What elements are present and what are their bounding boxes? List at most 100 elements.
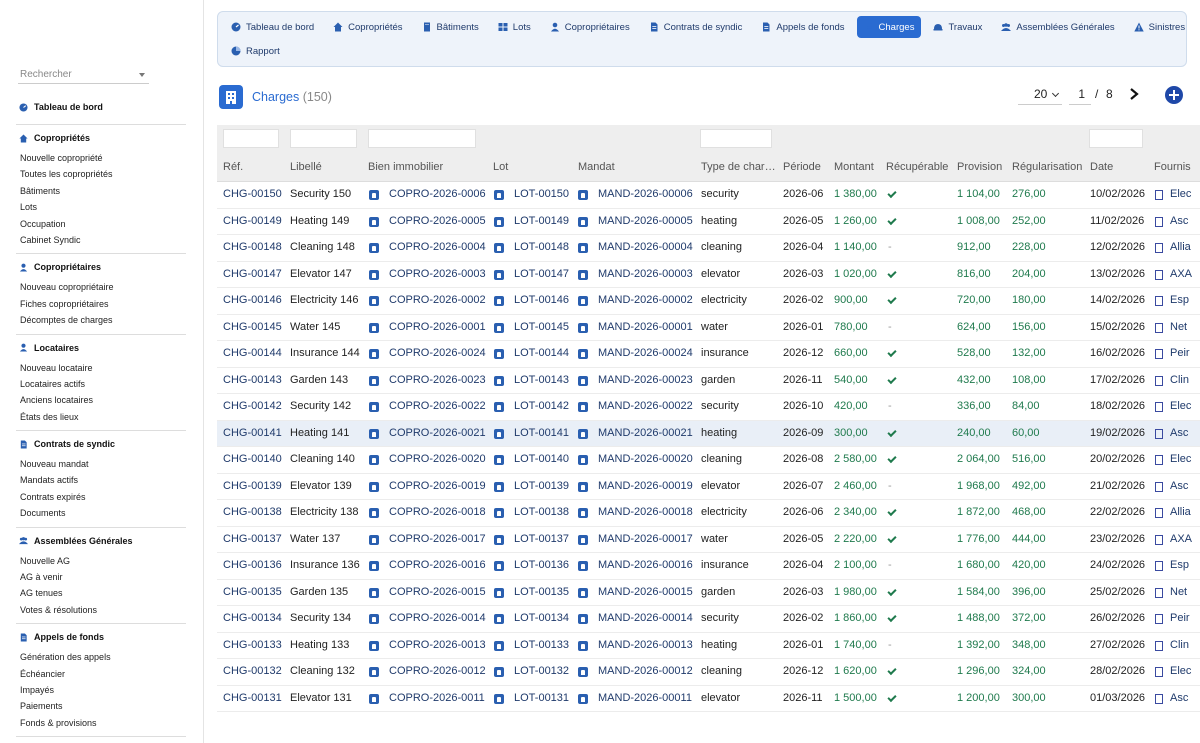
table-row[interactable]: CHG-00146 Electricity 146 COPRO-2026-0002 L… bbox=[217, 288, 1200, 315]
ref-link[interactable]: CHG-00146 bbox=[223, 294, 282, 306]
table-row[interactable]: CHG-00150 Security 150 COPRO-2026-0006 LOT-… bbox=[217, 182, 1200, 209]
column-header[interactable]: Type de char… bbox=[701, 161, 776, 173]
nav-tab[interactable]: Copropriétaires bbox=[543, 16, 637, 38]
ref-link[interactable]: CHG-00142 bbox=[223, 400, 282, 412]
ref-link[interactable]: CHG-00132 bbox=[223, 665, 282, 677]
lot-link[interactable]: LOT-00145 bbox=[514, 321, 569, 333]
column-header[interactable]: Date bbox=[1090, 161, 1113, 173]
next-page-icon[interactable] bbox=[1128, 87, 1140, 101]
property-link[interactable]: COPRO-2026-0013 bbox=[389, 639, 486, 651]
property-link[interactable]: COPRO-2026-0015 bbox=[389, 586, 486, 598]
sidebar-section-header[interactable]: Locataires bbox=[16, 339, 186, 357]
property-link[interactable]: COPRO-2026-0004 bbox=[389, 241, 486, 253]
nav-tab[interactable]: Bâtiments bbox=[415, 16, 486, 38]
lot-link[interactable]: LOT-00148 bbox=[514, 241, 569, 253]
ref-link[interactable]: CHG-00141 bbox=[223, 427, 282, 439]
filter-type-input[interactable] bbox=[700, 129, 772, 148]
table-row[interactable]: CHG-00148 Cleaning 148 COPRO-2026-0004 LOT-… bbox=[217, 235, 1200, 262]
nav-tab[interactable]: Lots bbox=[491, 16, 538, 38]
lot-link[interactable]: LOT-00139 bbox=[514, 480, 569, 492]
property-link[interactable]: COPRO-2026-0017 bbox=[389, 533, 486, 545]
column-header[interactable]: Montant bbox=[834, 161, 874, 173]
sidebar-item[interactable]: Locataires actifs bbox=[16, 376, 186, 392]
ref-link[interactable]: CHG-00150 bbox=[223, 188, 282, 200]
sidebar-item[interactable]: Fiches copropriétaires bbox=[16, 296, 186, 312]
property-link[interactable]: COPRO-2026-0003 bbox=[389, 268, 486, 280]
supplier-link[interactable]: AXA bbox=[1170, 533, 1192, 545]
lot-link[interactable]: LOT-00140 bbox=[514, 453, 569, 465]
ref-link[interactable]: CHG-00148 bbox=[223, 241, 282, 253]
sidebar-item[interactable]: Toutes les copropriétés bbox=[16, 166, 186, 182]
lot-link[interactable]: LOT-00149 bbox=[514, 215, 569, 227]
mandate-link[interactable]: MAND-2026-00022 bbox=[598, 400, 693, 412]
sidebar-item-dashboard[interactable]: Tableau de bord bbox=[16, 98, 186, 116]
supplier-link[interactable]: Esp bbox=[1170, 294, 1189, 306]
sidebar-item[interactable]: Génération des appels bbox=[16, 649, 186, 665]
current-page-input[interactable]: 1 bbox=[1069, 85, 1091, 105]
table-row[interactable]: CHG-00135 Garden 135 COPRO-2026-0015 LOT-00… bbox=[217, 580, 1200, 606]
sidebar-item[interactable]: AG à venir bbox=[16, 569, 186, 585]
mandate-link[interactable]: MAND-2026-00014 bbox=[598, 612, 693, 624]
filter-date-input[interactable] bbox=[1089, 129, 1143, 148]
lot-link[interactable]: LOT-00150 bbox=[514, 188, 569, 200]
sidebar-section-header[interactable]: Assemblées Générales bbox=[16, 532, 186, 550]
supplier-link[interactable]: Net bbox=[1170, 586, 1187, 598]
property-link[interactable]: COPRO-2026-0022 bbox=[389, 400, 486, 412]
ref-link[interactable]: CHG-00144 bbox=[223, 347, 282, 359]
supplier-link[interactable]: Esp bbox=[1170, 559, 1189, 571]
lot-link[interactable]: LOT-00141 bbox=[514, 427, 569, 439]
property-link[interactable]: COPRO-2026-0018 bbox=[389, 506, 486, 518]
supplier-link[interactable]: Asc bbox=[1170, 427, 1188, 439]
ref-link[interactable]: CHG-00135 bbox=[223, 586, 282, 598]
property-link[interactable]: COPRO-2026-0011 bbox=[389, 692, 485, 704]
supplier-link[interactable]: Net bbox=[1170, 321, 1187, 333]
mandate-link[interactable]: MAND-2026-00002 bbox=[598, 294, 693, 306]
mandate-link[interactable]: MAND-2026-00006 bbox=[598, 188, 693, 200]
column-header[interactable]: Bien immobilier bbox=[368, 161, 443, 173]
sidebar-item[interactable]: Nouvelle AG bbox=[16, 553, 186, 569]
lot-link[interactable]: LOT-00134 bbox=[514, 612, 569, 624]
ref-link[interactable]: CHG-00139 bbox=[223, 480, 282, 492]
table-row[interactable]: CHG-00132 Cleaning 132 COPRO-2026-0012 LOT-… bbox=[217, 659, 1200, 686]
ref-link[interactable]: CHG-00138 bbox=[223, 506, 282, 518]
sidebar-item[interactable]: Votes & résolutions bbox=[16, 602, 186, 618]
mandate-link[interactable]: MAND-2026-00003 bbox=[598, 268, 693, 280]
table-row[interactable]: CHG-00147 Elevator 147 COPRO-2026-0003 LOT-… bbox=[217, 262, 1200, 288]
lot-link[interactable]: LOT-00135 bbox=[514, 586, 569, 598]
ref-link[interactable]: CHG-00147 bbox=[223, 268, 282, 280]
sidebar-item[interactable]: Nouveau copropriétaire bbox=[16, 279, 186, 295]
mandate-link[interactable]: MAND-2026-00005 bbox=[598, 215, 693, 227]
column-header[interactable]: Mandat bbox=[578, 161, 615, 173]
mandate-link[interactable]: MAND-2026-00018 bbox=[598, 506, 693, 518]
sidebar-item[interactable]: Décomptes de charges bbox=[16, 312, 186, 328]
nav-tab[interactable]: Contrats de syndic bbox=[642, 16, 750, 38]
sidebar-search-select[interactable]: Rechercher bbox=[18, 67, 149, 84]
lot-link[interactable]: LOT-00147 bbox=[514, 268, 569, 280]
property-link[interactable]: COPRO-2026-0024 bbox=[389, 347, 486, 359]
table-row[interactable]: CHG-00131 Elevator 131 COPRO-2026-0011 LOT-… bbox=[217, 686, 1200, 712]
column-header[interactable]: Provision bbox=[957, 161, 1002, 173]
ref-link[interactable]: CHG-00149 bbox=[223, 215, 282, 227]
nav-tab[interactable]: Tableau de bord bbox=[224, 16, 321, 38]
sidebar-item[interactable]: Nouvelle copropriété bbox=[16, 150, 186, 166]
ref-link[interactable]: CHG-00145 bbox=[223, 321, 282, 333]
column-header[interactable]: Récupérable bbox=[886, 161, 948, 173]
table-row[interactable]: CHG-00136 Insurance 136 COPRO-2026-0016 LOT… bbox=[217, 553, 1200, 580]
supplier-link[interactable]: Clin bbox=[1170, 639, 1189, 651]
property-link[interactable]: COPRO-2026-0019 bbox=[389, 480, 486, 492]
lot-link[interactable]: LOT-00146 bbox=[514, 294, 569, 306]
mandate-link[interactable]: MAND-2026-00001 bbox=[598, 321, 693, 333]
table-row[interactable]: CHG-00144 Insurance 144 COPRO-2026-0024 LOT… bbox=[217, 341, 1200, 368]
table-row[interactable]: CHG-00140 Cleaning 140 COPRO-2026-0020 LOT-… bbox=[217, 447, 1200, 474]
filter-libelle-input[interactable] bbox=[290, 129, 357, 148]
sidebar-item[interactable]: Nouveau mandat bbox=[16, 456, 186, 472]
mandate-link[interactable]: MAND-2026-00021 bbox=[598, 427, 693, 439]
sidebar-item[interactable]: Documents bbox=[16, 505, 186, 521]
mandate-link[interactable]: MAND-2026-00015 bbox=[598, 586, 693, 598]
property-link[interactable]: COPRO-2026-0021 bbox=[389, 427, 486, 439]
supplier-link[interactable]: Asc bbox=[1170, 215, 1188, 227]
column-header[interactable]: Période bbox=[783, 161, 821, 173]
supplier-link[interactable]: Elec bbox=[1170, 188, 1191, 200]
sidebar-item[interactable]: Bâtiments bbox=[16, 183, 186, 199]
mandate-link[interactable]: MAND-2026-00011 bbox=[598, 692, 692, 704]
